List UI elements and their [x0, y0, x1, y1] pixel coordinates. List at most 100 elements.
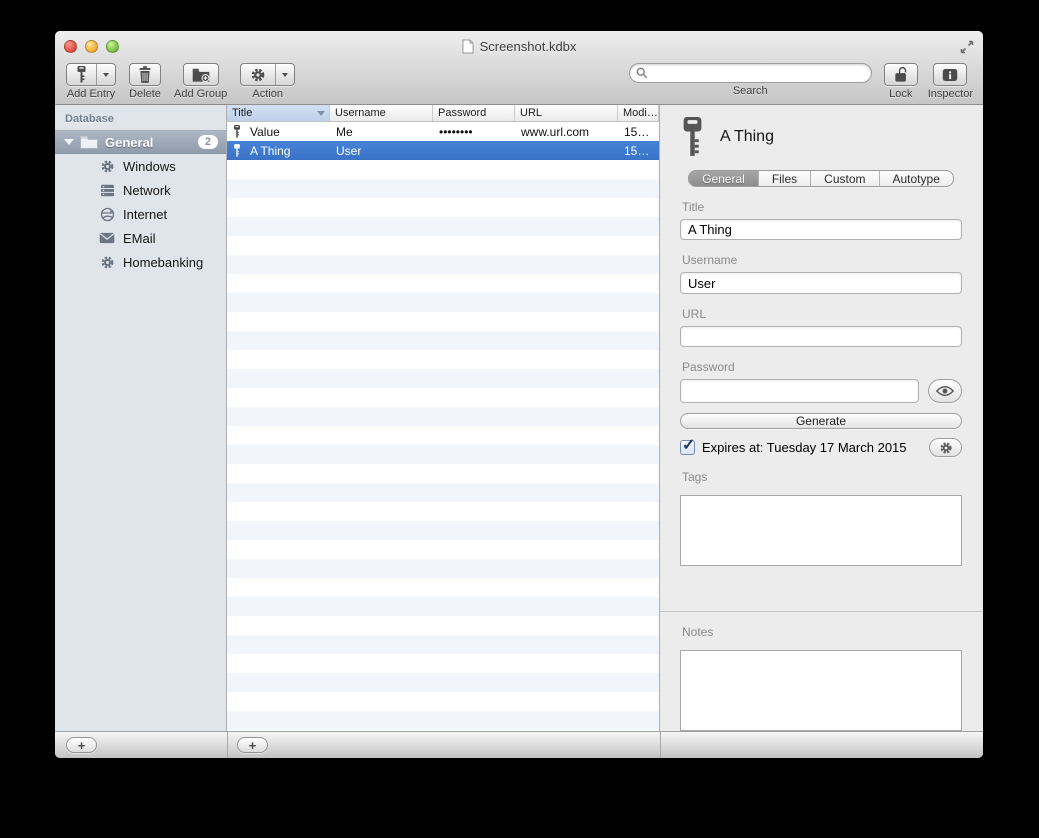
cell-title: Value [227, 124, 330, 139]
entry-title: A Thing [720, 128, 774, 146]
trash-icon [138, 66, 152, 83]
title-field[interactable] [680, 219, 962, 240]
sidebar-items: Windows NetworkInternet EMail Homebanking [55, 154, 226, 274]
expires-label: Expires at: Tuesday 17 March 2015 [702, 440, 929, 455]
add-entry-dropdown[interactable] [96, 64, 115, 85]
cell-text: 15… [624, 144, 649, 158]
search-field[interactable] [629, 63, 872, 83]
table-row[interactable]: A Thing User 15… [227, 141, 659, 160]
add-entry-button[interactable] [66, 63, 116, 86]
gear-icon [99, 254, 115, 270]
column-header-url[interactable]: URL [515, 105, 618, 121]
folder-icon [80, 135, 98, 149]
globe-icon [99, 206, 115, 222]
expires-settings-button[interactable] [929, 438, 962, 457]
cell-text: A Thing [250, 144, 290, 158]
tab-files[interactable]: Files [758, 171, 810, 186]
bottom-bar: + + [55, 731, 983, 758]
tab-custom[interactable]: Custom [810, 171, 878, 186]
gear-icon [99, 158, 115, 174]
inspector-header: A Thing [680, 117, 962, 157]
document-icon [462, 39, 474, 54]
sidebar-item-homebanking[interactable]: Homebanking [55, 250, 226, 274]
column-header-username[interactable]: Username [330, 105, 433, 121]
column-header-label: Title [232, 107, 252, 119]
notes-divider [660, 611, 983, 612]
sidebar-item-email[interactable]: EMail [55, 226, 226, 250]
info-icon [942, 68, 958, 82]
cell-username: User [330, 144, 433, 158]
action-button[interactable] [240, 63, 295, 86]
content-area: Database General 2 Windows NetworkInterne… [55, 105, 983, 731]
lock-button[interactable] [884, 63, 918, 86]
add-entry-plus-button[interactable]: + [237, 737, 268, 753]
cell-modified: 15… [618, 125, 659, 139]
tags-field[interactable] [680, 495, 962, 565]
sidebar-item-label: EMail [123, 231, 156, 246]
add-group-plus-button[interactable]: + [66, 737, 97, 753]
notes-field[interactable] [680, 650, 962, 731]
sidebar-group-label: General [105, 135, 198, 150]
column-header-label: Modi… [623, 107, 658, 119]
gear-icon [939, 441, 953, 455]
action-dropdown[interactable] [275, 64, 294, 85]
key-icon [233, 124, 241, 139]
delete-button[interactable] [129, 63, 161, 86]
inspector-panel: A Thing GeneralFilesCustomAutotype Title… [660, 105, 983, 731]
lock-open-icon [893, 66, 909, 83]
disclosure-triangle-icon[interactable] [64, 139, 74, 145]
expires-checkbox[interactable]: ✓ [680, 440, 695, 455]
inspector-button[interactable] [933, 63, 967, 86]
right-tools: Lock Inspector [884, 63, 973, 100]
show-password-button[interactable] [928, 379, 962, 403]
cell-url: www.url.com [515, 125, 618, 139]
url-field[interactable] [680, 326, 962, 347]
sidebar-item-internet[interactable]: Internet [55, 202, 226, 226]
sidebar-item-label: Windows [123, 159, 176, 174]
window-chrome: Screenshot.kdbx Add Entry [55, 31, 983, 105]
generate-button[interactable]: Generate [680, 413, 962, 429]
search-area: Search [629, 63, 872, 97]
sidebar-section-header: Database [55, 105, 226, 130]
app-window: Screenshot.kdbx Add Entry [55, 31, 983, 758]
username-field[interactable] [680, 272, 962, 293]
footer-divider [227, 732, 228, 758]
key-icon [680, 117, 705, 157]
envelope-icon [99, 230, 115, 246]
sidebar-item-network[interactable]: Network [55, 178, 226, 202]
group-count-badge: 2 [198, 135, 218, 149]
column-header-label: Username [335, 107, 386, 119]
eye-icon [936, 385, 954, 397]
url-label: URL [682, 307, 962, 321]
table-row[interactable]: ValueMe••••••••www.url.com15… [227, 122, 659, 141]
table-body[interactable]: ValueMe••••••••www.url.com15…A ThingUser… [227, 122, 659, 731]
inspector-item: Inspector [928, 63, 973, 100]
footer-divider [660, 732, 661, 758]
key-icon [67, 64, 96, 85]
column-header-label: Password [438, 107, 486, 119]
action-item: Action [240, 63, 295, 100]
sidebar: Database General 2 Windows NetworkInterne… [55, 105, 227, 731]
lock-item: Lock [884, 63, 918, 100]
entry-table: TitleUsernamePasswordURLModi… ValueMe•••… [227, 105, 660, 731]
expires-row: ✓ Expires at: Tuesday 17 March 2015 [680, 438, 962, 457]
password-field[interactable] [680, 379, 919, 403]
sort-descending-icon [317, 111, 325, 116]
fullscreen-icon[interactable] [959, 39, 975, 55]
column-header-modi[interactable]: Modi… [618, 105, 659, 121]
tab-autotype[interactable]: Autotype [879, 171, 953, 186]
password-row [680, 379, 962, 403]
cell-text: •••••••• [439, 125, 473, 139]
sidebar-item-windows[interactable]: Windows [55, 154, 226, 178]
tab-general[interactable]: General [689, 171, 758, 186]
sidebar-group-general[interactable]: General 2 [55, 130, 226, 154]
folder-plus-icon [192, 67, 210, 83]
title-label: Title [682, 200, 962, 214]
titlebar[interactable]: Screenshot.kdbx [55, 31, 983, 61]
cell-text: 15… [624, 125, 649, 139]
table-header: Title Username Password URL Modi… [227, 105, 659, 122]
column-header-password[interactable]: Password [433, 105, 515, 121]
add-group-button[interactable] [183, 63, 219, 86]
search-input[interactable] [652, 65, 865, 81]
column-header-title[interactable]: Title [227, 105, 330, 121]
